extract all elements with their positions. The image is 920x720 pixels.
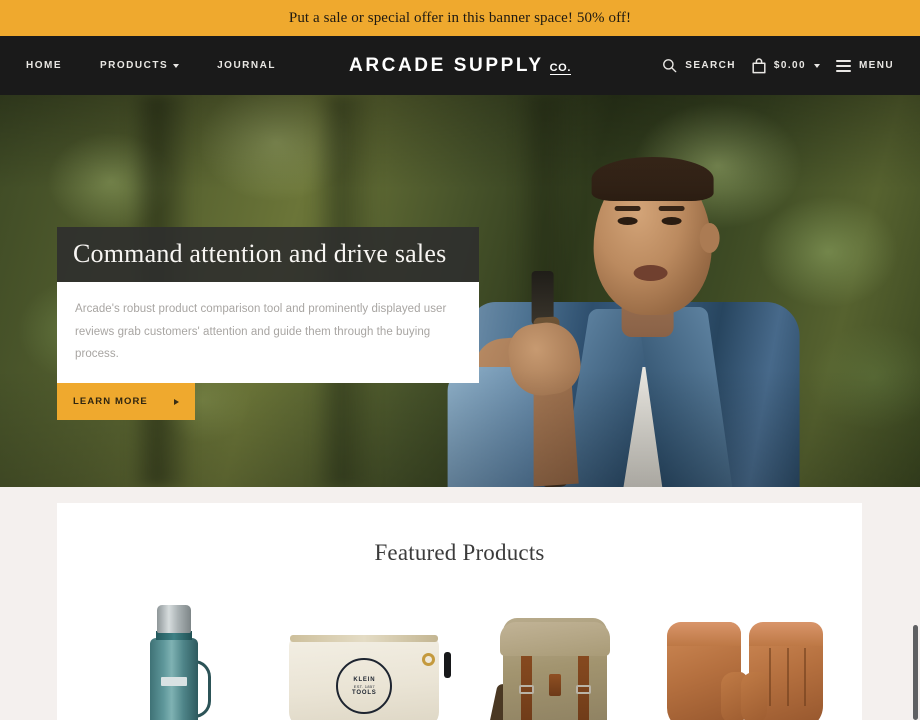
nav-item-home-label: HOME [26,60,62,71]
hero-section: Command attention and drive sales Arcade… [0,95,920,487]
pouch-logo-top: KLEIN [353,676,376,683]
shopping-bag-icon [752,57,766,73]
hero-title-bar: Command attention and drive sales [57,227,479,283]
learn-more-button[interactable]: LEARN MORE [57,383,195,421]
hero-title: Command attention and drive sales [73,239,447,268]
pouch-logo-bottom: TOOLS [352,689,377,696]
nav-item-journal[interactable]: JOURNAL [217,60,276,71]
menu-button[interactable]: MENU [835,59,894,72]
hero-content: Command attention and drive sales Arcade… [57,227,479,421]
rucksack-image [466,600,644,720]
menu-label: MENU [858,60,894,71]
product-card-rucksack[interactable] [466,600,644,720]
arrow-right-icon [173,398,179,405]
header-actions: SEARCH $0.00 MENU [662,57,894,74]
site-header: HOME PRODUCTS JOURNAL ARCADE SUPPLY CO. … [0,36,920,95]
hero-body-text: Arcade's robust product comparison tool … [75,303,447,360]
page-title: Featured Products [374,540,545,565]
hero-body-bar: Arcade's robust product comparison tool … [57,282,479,384]
product-card-thermos[interactable] [85,600,263,720]
cart-total: $0.00 [773,60,806,71]
primary-navigation: HOME PRODUCTS JOURNAL [26,60,276,71]
cart-button[interactable]: $0.00 [752,57,820,74]
nav-item-journal-label: JOURNAL [217,60,276,71]
hamburger-menu-icon [835,59,851,72]
product-card-gloves[interactable] [656,600,834,720]
chevron-down-icon [813,64,820,68]
leather-gloves-image [656,600,834,720]
product-grid: KLEIN EST. 1857 TOOLS [57,566,862,720]
canvas-pouch-image: KLEIN EST. 1857 TOOLS [275,600,453,720]
search-button[interactable]: SEARCH [662,58,736,73]
promo-banner-text: Put a sale or special offer in this bann… [288,9,632,26]
nav-item-products[interactable]: PRODUCTS [100,60,180,71]
brand-logo-suffix: CO. [549,61,571,76]
learn-more-label: LEARN MORE [73,396,148,408]
klein-tools-logo: KLEIN EST. 1857 TOOLS [336,658,393,714]
page-scrollbar[interactable] [911,0,920,720]
scrollbar-thumb[interactable] [913,625,918,720]
product-card-pouch[interactable]: KLEIN EST. 1857 TOOLS [275,600,453,720]
brand-logo[interactable]: ARCADE SUPPLY CO. [349,55,571,77]
search-label: SEARCH [685,60,736,71]
chevron-down-icon [173,64,180,68]
brand-logo-name: ARCADE SUPPLY [349,54,544,76]
featured-products-section: Featured Products KLEIN EST. 1857 TOOLS [57,503,862,720]
nav-item-products-label: PRODUCTS [100,60,169,71]
search-icon [663,59,677,73]
promo-banner: Put a sale or special offer in this bann… [0,0,920,36]
pouch-logo-mid: EST. 1857 [353,683,375,689]
nav-item-home[interactable]: HOME [26,60,62,71]
